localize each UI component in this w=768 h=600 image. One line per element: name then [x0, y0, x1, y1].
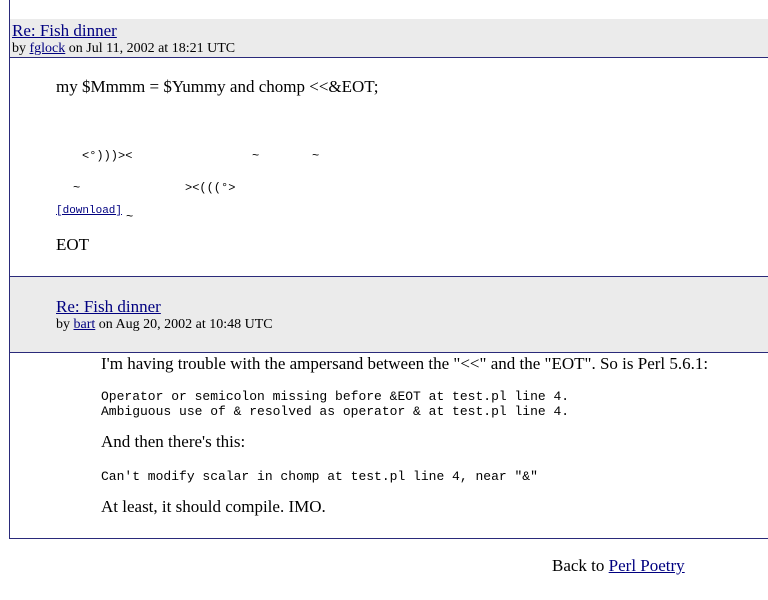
ascii-fish-right: ><(((°> — [185, 181, 236, 195]
code-line: Ambiguous use of & resolved as operator … — [101, 404, 570, 419]
ascii-tilde: ~ — [252, 149, 260, 163]
ascii-tilde: ~ — [73, 181, 81, 195]
ascii-tilde: ~ — [126, 210, 134, 224]
reply-paragraph: At least, it should compile. IMO. — [101, 497, 326, 516]
reply-title-link[interactable]: Re: Fish dinner — [56, 297, 161, 317]
reply-paragraph: And then there's this: — [101, 432, 246, 451]
post-byline: by fglock on Jul 11, 2002 at 18:21 UTC — [12, 41, 768, 57]
code-line: Operator or semicolon missing before &EO… — [101, 389, 570, 404]
byline-prefix: by — [56, 317, 74, 332]
post-author-link[interactable]: fglock — [30, 41, 66, 56]
reply-author-link[interactable]: bart — [74, 317, 96, 332]
code-line: Can't modify scalar in chomp at test.pl … — [101, 469, 538, 484]
ascii-fish-left: <°)))>< — [82, 149, 133, 163]
reply-paragraph: I'm having trouble with the ampersand be… — [101, 354, 709, 373]
byline-prefix: by — [12, 41, 30, 56]
back-link[interactable]: Perl Poetry — [609, 556, 685, 575]
back-prefix: Back to — [552, 556, 609, 575]
post-container: Re: Fish dinner by fglock on Jul 11, 200… — [9, 19, 768, 539]
ascii-tilde: ~ — [312, 149, 320, 163]
top-frame-edge — [9, 0, 768, 20]
post-date: on Jul 11, 2002 at 18:21 UTC — [65, 41, 236, 56]
back-to-section: Back to Perl Poetry — [552, 556, 685, 576]
reply-header: Re: Fish dinner by bart on Aug 20, 2002 … — [10, 276, 768, 353]
reply-byline: by bart on Aug 20, 2002 at 10:48 UTC — [56, 317, 273, 333]
reply-date: on Aug 20, 2002 at 10:48 UTC — [95, 317, 273, 332]
post-eot-text: EOT — [56, 235, 90, 254]
post-title-link[interactable]: Re: Fish dinner — [12, 21, 117, 41]
post-intro-text: my $Mmmm = $Yummy and chomp <<&EOT; — [56, 77, 379, 96]
post-header: Re: Fish dinner by fglock on Jul 11, 200… — [10, 19, 768, 58]
download-link[interactable]: [download] — [56, 205, 122, 217]
